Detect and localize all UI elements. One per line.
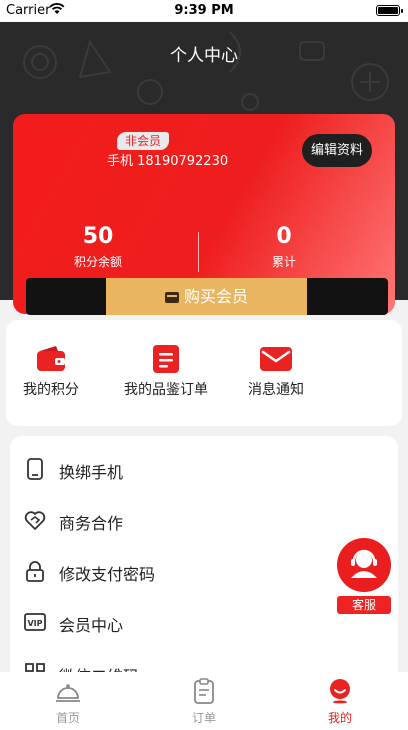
menu-item-label: 修改支付密码 (59, 565, 156, 584)
handshake-icon (24, 511, 46, 530)
user-icon (330, 679, 350, 704)
order-icon (153, 345, 179, 373)
member-status-badge: 非会员 (117, 132, 170, 150)
edit-profile-button[interactable]: 编辑资料 (302, 134, 372, 167)
tab-home-label: 首页 (55, 711, 80, 725)
tab-orders[interactable]: 订单 (169, 678, 239, 726)
buy-membership-bar: 购买会员 (26, 278, 388, 315)
points-balance-label: 积分余额 (73, 255, 122, 269)
card-icon (164, 292, 179, 303)
my-points-action[interactable]: 我的积分 (20, 345, 82, 399)
menu-item-member-center[interactable]: VIP 会员中心 (24, 607, 164, 637)
lock-icon (26, 561, 44, 582)
menu-item-label: 商务合作 (59, 514, 124, 533)
status-bar: Carrier 9:39 PM (0, 0, 408, 22)
customer-service-icon (337, 538, 391, 592)
accumulated-label: 累计 (271, 255, 296, 269)
page-title: 个人中心 (170, 46, 238, 66)
menu-item-change-payment-password[interactable]: 修改支付密码 (24, 556, 194, 586)
mail-icon (260, 347, 292, 371)
phone-icon (27, 458, 43, 480)
clipboard-icon (194, 678, 214, 704)
buy-membership-label: 购买会员 (183, 287, 248, 306)
clock: 9:39 PM (174, 3, 234, 18)
menu-item-label: 换绑手机 (59, 463, 124, 482)
battery-icon (376, 5, 403, 16)
my-tasting-orders-label: 我的品鉴订单 (124, 382, 208, 398)
tab-orders-label: 订单 (191, 711, 216, 725)
notifications-action[interactable]: 消息通知 (244, 345, 308, 399)
points-balance-value: 50 (82, 224, 114, 249)
customer-service-button[interactable]: 客服 (335, 538, 393, 614)
my-tasting-orders-action[interactable]: 我的品鉴订单 (114, 345, 218, 399)
customer-service-label: 客服 (337, 596, 391, 614)
menu-item-label: 会员中心 (59, 616, 124, 635)
cloche-icon (56, 684, 80, 702)
my-points-label: 我的积分 (23, 382, 79, 398)
svg-text:VIP: VIP (27, 619, 42, 628)
tab-mine-label: 我的 (327, 711, 352, 725)
bottom-tab-bar: 首页 订单 我的 (0, 672, 408, 730)
accumulated-value: 0 (276, 224, 292, 249)
points-balance-stat[interactable]: 50 积分余额 (13, 224, 183, 270)
menu-item-business-cooperation[interactable]: 商务合作 (24, 505, 164, 535)
wallet-icon (37, 346, 65, 371)
menu-item-change-phone[interactable]: 换绑手机 (24, 454, 164, 484)
quick-actions-panel: 我的积分 我的品鉴订单 消息通知 (6, 320, 402, 426)
accumulated-stat[interactable]: 0 累计 (199, 224, 369, 270)
notifications-label: 消息通知 (248, 382, 304, 398)
tab-mine[interactable]: 我的 (305, 678, 375, 726)
vip-icon: VIP (24, 613, 46, 631)
phone-number: 手机 18190792230 (107, 154, 229, 169)
tab-home[interactable]: 首页 (33, 678, 103, 726)
buy-membership-button[interactable]: 购买会员 (106, 278, 307, 315)
